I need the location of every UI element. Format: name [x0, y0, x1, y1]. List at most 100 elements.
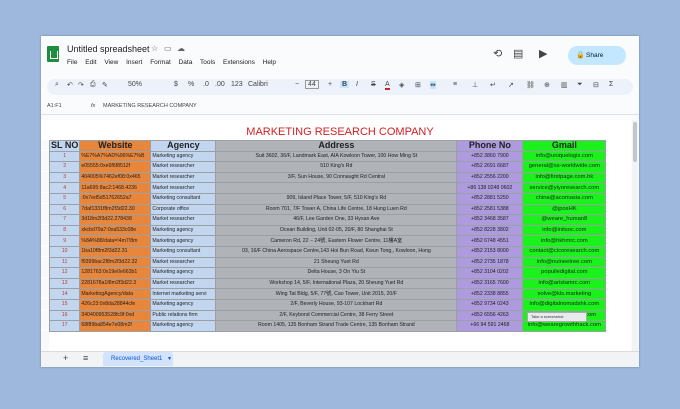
menu-file[interactable]: File — [67, 59, 77, 66]
phone-cell[interactable]: +852 2338 8855 — [456, 288, 524, 300]
address-cell[interactable]: 03, 16/F China Aerospace Centre,143 Hoi … — [215, 245, 458, 258]
valign-icon[interactable]: ⊥ — [472, 81, 478, 89]
sl-no-cell[interactable]: 17 — [48, 320, 81, 332]
chart-icon[interactable]: ▥ — [561, 81, 568, 89]
website-cell[interactable]: 426c23:0x8da28844cfe — [79, 298, 152, 311]
merge-cells-icon[interactable]: ⇹ — [430, 81, 436, 89]
phone-cell[interactable]: +852 2735 1878 — [456, 256, 524, 269]
row-header[interactable] — [41, 161, 49, 172]
wrap-icon[interactable]: ↵ — [490, 81, 496, 89]
star-icon[interactable]: ☆ — [151, 44, 158, 53]
functions-icon[interactable]: Σ — [609, 81, 613, 88]
phone-cell[interactable]: +852 2581 5388 — [456, 203, 524, 216]
sheets-logo-icon[interactable] — [47, 46, 59, 62]
agency-cell[interactable]: Marketing agency — [150, 267, 217, 279]
cloud-status-icon[interactable]: ☁ — [177, 44, 185, 53]
print-icon[interactable]: ⎙ — [90, 81, 96, 89]
address-cell[interactable]: Suit 3602, 36/F, Landmark East, AIA Kowl… — [215, 150, 458, 163]
phone-cell[interactable]: +66 94 591 2468 — [456, 320, 524, 332]
menu-help[interactable]: Help — [263, 59, 276, 66]
website-cell[interactable]: 3d18m2f3d22.278438 — [79, 214, 152, 226]
header-gmail[interactable]: Gmail — [522, 140, 607, 152]
row-header[interactable] — [41, 171, 49, 182]
phone-cell[interactable]: +852 3104 0202 — [456, 267, 524, 279]
header-website[interactable]: Website — [79, 140, 152, 152]
phone-cell[interactable]: +852 3468 3587 — [456, 214, 524, 226]
phone-cell[interactable]: +852 3860 7900 — [456, 150, 524, 163]
sl-no-cell[interactable]: 2 — [48, 161, 81, 173]
sl-no-cell[interactable]: 12 — [48, 267, 81, 279]
font-size-decrease[interactable]: − — [295, 81, 299, 88]
phone-cell[interactable]: +852 3165 7600 — [456, 277, 524, 290]
agency-cell[interactable]: Market researcher — [150, 171, 217, 184]
website-cell[interactable]: 11a695:8ac2:1468.4236 — [79, 182, 152, 194]
address-cell[interactable]: 2/F, Beverly House, 93-107 Lockhart Rd — [215, 298, 458, 311]
sl-no-cell[interactable]: 9 — [48, 235, 81, 247]
agency-cell[interactable]: Market researcher — [150, 277, 217, 290]
gmail-cell[interactable]: china@acomasia.com — [522, 192, 607, 205]
website-cell[interactable]: 340400953528fc9f:0xd — [79, 309, 152, 322]
address-cell[interactable]: Ocean Building, Unit 02-05, 20/F, 80 Sha… — [215, 224, 458, 237]
agency-cell[interactable]: Marketing consultant — [150, 192, 217, 205]
number-format-button[interactable]: 123 — [231, 81, 243, 88]
gmail-cell[interactable]: @jposHK — [522, 203, 607, 216]
row-header[interactable] — [41, 182, 49, 193]
gmail-cell[interactable]: service@yiyoresearch.com — [522, 182, 607, 194]
row-header[interactable] — [41, 224, 49, 235]
header-sl-no[interactable]: SL NO — [48, 140, 81, 152]
gmail-cell[interactable]: info@uniquelogix.com — [522, 150, 607, 163]
share-button[interactable]: 🔒 Share — [568, 46, 626, 65]
row-header[interactable] — [41, 299, 49, 309]
address-cell[interactable]: Room 1405, 135 Bonham Strand Trade Centr… — [215, 320, 458, 332]
redo-icon[interactable]: ↷ — [78, 81, 84, 89]
row-header[interactable] — [41, 235, 49, 246]
text-color-button[interactable]: A — [385, 81, 390, 90]
sl-no-cell[interactable]: 6 — [48, 203, 81, 216]
currency-button[interactable]: $ — [174, 81, 178, 88]
name-box[interactable]: A1:F1 — [47, 103, 62, 109]
phone-cell[interactable]: +852 6556 4263 — [456, 309, 524, 322]
sl-no-cell[interactable]: 5 — [48, 192, 81, 205]
sheet-tab-recovered-sheet1[interactable]: Recovered_Sheet1 ▾ — [103, 352, 173, 366]
increase-decimal-button[interactable]: .00 — [215, 81, 225, 88]
add-sheet-button[interactable]: + — [63, 353, 68, 363]
row-header[interactable] — [41, 309, 49, 320]
strikethrough-button[interactable]: S — [371, 81, 376, 88]
agency-cell[interactable]: Market researcher — [150, 182, 217, 194]
agency-cell[interactable]: Market researcher — [150, 214, 217, 226]
website-cell[interactable]: :0x7ed5d51762652a7 — [79, 192, 152, 205]
website-cell[interactable]: 7daf1331f8m2f3d22.30 — [79, 203, 152, 216]
address-cell[interactable]: 46/F, Lee Garden One, 33 Hysan Ave — [215, 214, 458, 226]
website-cell[interactable]: %8A%88/data=!4m7!8m — [79, 235, 152, 247]
gmail-cell[interactable]: info@initsoc.com — [522, 224, 607, 237]
menu-insert[interactable]: Insert — [126, 59, 142, 66]
agency-cell[interactable]: Marketing agency — [150, 320, 217, 332]
address-cell[interactable]: 909, Island Place Tower, 5/F, 510 King's… — [215, 192, 458, 205]
sl-no-cell[interactable]: 15 — [48, 298, 81, 311]
search-menus-icon[interactable]: ⌕ — [55, 81, 59, 89]
decrease-decimal-button[interactable]: .0 — [203, 81, 209, 88]
gmail-cell[interactable]: info@firstpage.com.hk — [522, 171, 607, 184]
agency-cell[interactable]: Marketing agency — [150, 235, 217, 247]
menu-format[interactable]: Format — [150, 59, 171, 66]
address-cell[interactable]: 3/F, Sun House, 90 Connaught Rd Central — [215, 171, 458, 184]
phone-cell[interactable]: +86 138 0248 0602 — [456, 182, 524, 194]
sl-no-cell[interactable]: 8 — [48, 224, 81, 237]
menu-data[interactable]: Data — [179, 59, 193, 66]
sl-no-cell[interactable]: 14 — [48, 288, 81, 300]
sl-no-cell[interactable]: 16 — [48, 309, 81, 322]
gmail-cell[interactable]: contact@cicoresearch.com — [522, 245, 607, 258]
address-cell[interactable]: Delta House, 3 On Yiu St — [215, 267, 458, 279]
gmail-cell[interactable]: info@aristamrc.com — [522, 277, 607, 290]
gmail-cell[interactable]: info@hkhmrc.com — [522, 235, 607, 247]
header-agency[interactable]: Agency — [150, 140, 217, 152]
document-title[interactable]: Untitled spreadsheet — [67, 44, 150, 54]
formula-input[interactable]: MARKETING RESEARCH COMPANY — [103, 103, 197, 109]
row-header[interactable] — [41, 288, 49, 299]
zoom-select[interactable]: 50% — [128, 81, 142, 88]
row-header[interactable] — [41, 256, 49, 267]
italic-button[interactable]: I — [356, 81, 358, 88]
borders-icon[interactable]: ⊞ — [415, 81, 421, 89]
filter-views-icon[interactable]: ⊟ — [593, 81, 599, 89]
agency-cell[interactable]: Marketing agency — [150, 224, 217, 237]
